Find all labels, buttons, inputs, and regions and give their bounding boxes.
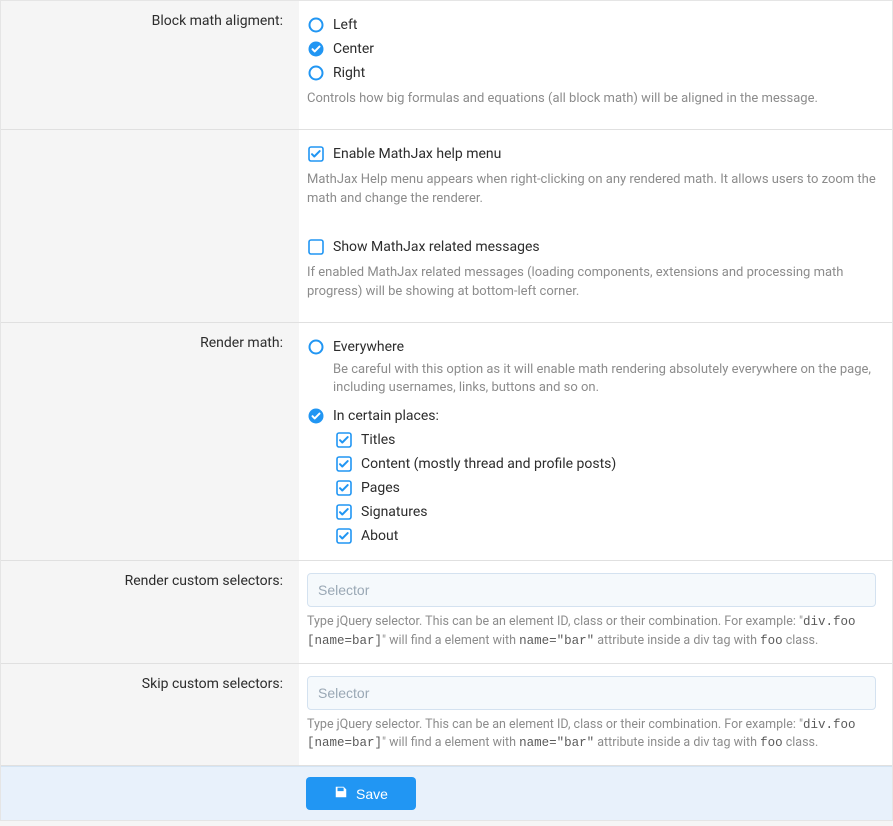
radio-checked-icon	[307, 40, 325, 58]
skip-selectors-label: Skip custom selectors:	[1, 664, 299, 766]
save-icon	[334, 785, 348, 802]
place-titles-checkbox[interactable]: Titles	[335, 428, 876, 452]
place-content-checkbox[interactable]: Content (mostly thread and profile posts…	[335, 452, 876, 476]
enable-help-menu-checkbox[interactable]: Enable MathJax help menu	[307, 142, 876, 166]
checkbox-checked-icon	[335, 503, 353, 521]
radio-unchecked-icon	[307, 64, 325, 82]
render-certain-label: In certain places:	[333, 408, 439, 424]
render-selectors-help: Type jQuery selector. This can be an ele…	[307, 613, 876, 651]
block-align-right-option[interactable]: Right	[307, 61, 876, 85]
place-signatures-label: Signatures	[361, 504, 428, 520]
show-related-messages-help: If enabled MathJax related messages (loa…	[307, 263, 876, 302]
save-bar: Save	[1, 766, 892, 820]
checkbox-checked-icon	[307, 145, 325, 163]
block-align-center-label: Center	[333, 41, 374, 57]
place-about-label: About	[361, 528, 398, 544]
checkbox-checked-icon	[335, 479, 353, 497]
block-align-help: Controls how big formulas and equations …	[307, 89, 876, 109]
render-everywhere-label: Everywhere	[333, 339, 404, 355]
checkbox-checked-icon	[335, 455, 353, 473]
radio-unchecked-icon	[307, 16, 325, 34]
block-math-alignment-label: Block math aligment:	[1, 1, 299, 129]
block-align-right-label: Right	[333, 65, 365, 81]
place-signatures-checkbox[interactable]: Signatures	[335, 500, 876, 524]
place-pages-label: Pages	[361, 480, 400, 496]
save-button-label: Save	[356, 786, 388, 802]
save-button[interactable]: Save	[306, 777, 416, 810]
skip-selectors-input[interactable]	[307, 676, 876, 710]
render-math-label: Render math:	[1, 323, 299, 561]
skip-selectors-help: Type jQuery selector. This can be an ele…	[307, 716, 876, 754]
place-about-checkbox[interactable]: About	[335, 524, 876, 548]
enable-help-menu-label: Enable MathJax help menu	[333, 146, 501, 162]
enable-help-menu-help: MathJax Help menu appears when right-cli…	[307, 170, 876, 209]
render-selectors-label: Render custom selectors:	[1, 561, 299, 663]
place-titles-label: Titles	[361, 432, 395, 448]
render-everywhere-help: Be careful with this option as it will e…	[333, 361, 876, 399]
place-content-label: Content (mostly thread and profile posts…	[361, 456, 616, 472]
checkbox-checked-icon	[335, 431, 353, 449]
radio-checked-icon	[307, 407, 325, 425]
place-pages-checkbox[interactable]: Pages	[335, 476, 876, 500]
render-selectors-input[interactable]	[307, 573, 876, 607]
block-align-left-label: Left	[333, 17, 357, 33]
checkbox-unchecked-icon	[307, 238, 325, 256]
checkbox-checked-icon	[335, 527, 353, 545]
block-align-center-option[interactable]: Center	[307, 37, 876, 61]
block-align-left-option[interactable]: Left	[307, 13, 876, 37]
show-related-messages-checkbox[interactable]: Show MathJax related messages	[307, 235, 876, 259]
render-certain-option[interactable]: In certain places:	[307, 404, 876, 428]
radio-unchecked-icon	[307, 338, 325, 356]
render-everywhere-option[interactable]: Everywhere	[307, 335, 876, 359]
show-related-messages-label: Show MathJax related messages	[333, 239, 540, 255]
